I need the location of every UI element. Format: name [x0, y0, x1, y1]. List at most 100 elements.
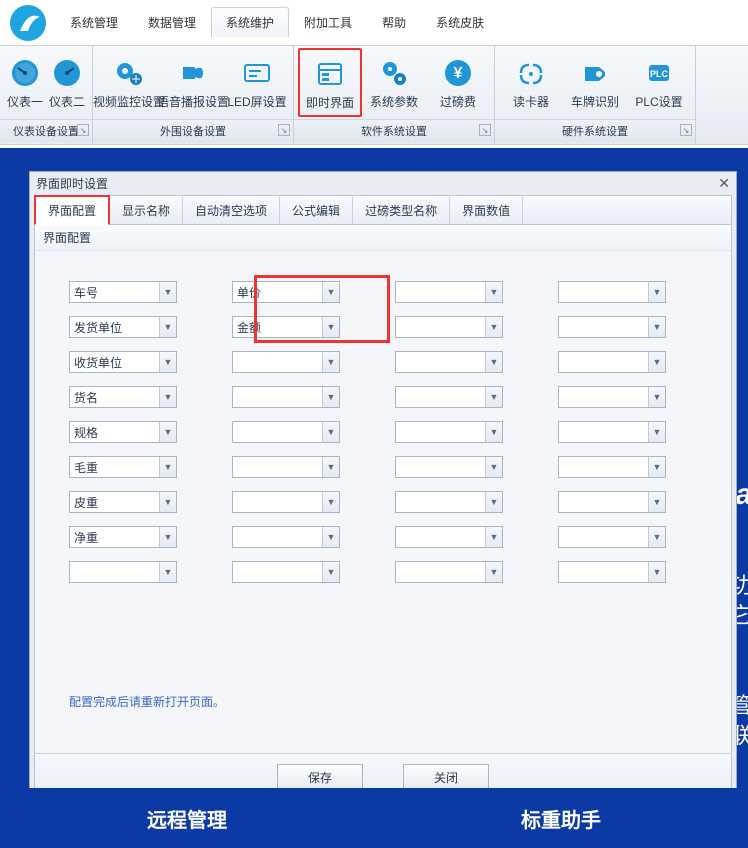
combo-r8-c0[interactable]: ▼: [69, 561, 177, 583]
combo-r8-c3[interactable]: ▼: [558, 561, 666, 583]
dialog-tab-2[interactable]: 自动清空选项: [183, 196, 280, 224]
chevron-down-icon[interactable]: ▼: [648, 492, 665, 512]
menu-tab-3[interactable]: 附加工具: [289, 7, 367, 37]
group-launcher-icon[interactable]: ↘: [278, 124, 290, 136]
combo-r7-c0[interactable]: 净重▼: [69, 526, 177, 548]
menu-tab-5[interactable]: 系统皮肤: [421, 7, 499, 37]
dialog-close-icon[interactable]: ✕: [718, 175, 730, 192]
chevron-down-icon[interactable]: ▼: [648, 457, 665, 477]
menu-tab-0[interactable]: 系统管理: [55, 7, 133, 37]
group-launcher-icon[interactable]: ↘: [77, 124, 89, 136]
combo-r3-c3[interactable]: ▼: [558, 386, 666, 408]
chevron-down-icon[interactable]: ▼: [322, 352, 339, 372]
chevron-down-icon[interactable]: ▼: [159, 282, 176, 302]
chevron-down-icon[interactable]: ▼: [485, 457, 502, 477]
combo-r4-c0[interactable]: 规格▼: [69, 421, 177, 443]
combo-r4-c2[interactable]: ▼: [395, 421, 503, 443]
chevron-down-icon[interactable]: ▼: [648, 282, 665, 302]
chevron-down-icon[interactable]: ▼: [485, 282, 502, 302]
combo-r1-c0[interactable]: 发货单位▼: [69, 316, 177, 338]
combo-r7-c1[interactable]: ▼: [232, 526, 340, 548]
combo-r1-c3[interactable]: ▼: [558, 316, 666, 338]
chevron-down-icon[interactable]: ▼: [648, 562, 665, 582]
ribbon-仪表一[interactable]: 仪表一: [4, 48, 46, 117]
ribbon-读卡器[interactable]: 读卡器: [499, 48, 563, 117]
combo-r1-c1[interactable]: 金额▼: [232, 316, 340, 338]
group-launcher-icon[interactable]: ↘: [479, 124, 491, 136]
chevron-down-icon[interactable]: ▼: [648, 317, 665, 337]
combo-r7-c3[interactable]: ▼: [558, 526, 666, 548]
chevron-down-icon[interactable]: ▼: [159, 527, 176, 547]
menu-tab-4[interactable]: 帮助: [367, 7, 421, 37]
chevron-down-icon[interactable]: ▼: [648, 387, 665, 407]
chevron-down-icon[interactable]: ▼: [159, 387, 176, 407]
chevron-down-icon[interactable]: ▼: [648, 527, 665, 547]
ribbon-语音播报设置[interactable]: 语音播报设置: [161, 48, 225, 117]
chevron-down-icon[interactable]: ▼: [485, 562, 502, 582]
chevron-down-icon[interactable]: ▼: [322, 457, 339, 477]
combo-r6-c3[interactable]: ▼: [558, 491, 666, 513]
combo-r2-c2[interactable]: ▼: [395, 351, 503, 373]
combo-r0-c0[interactable]: 车号▼: [69, 281, 177, 303]
chevron-down-icon[interactable]: ▼: [322, 317, 339, 337]
menu-tab-2[interactable]: 系统维护: [211, 7, 289, 37]
chevron-down-icon[interactable]: ▼: [159, 492, 176, 512]
dialog-tab-3[interactable]: 公式编辑: [280, 196, 353, 224]
chevron-down-icon[interactable]: ▼: [322, 387, 339, 407]
dialog-tab-1[interactable]: 显示名称: [110, 196, 183, 224]
combo-r6-c0[interactable]: 皮重▼: [69, 491, 177, 513]
combo-r8-c1[interactable]: ▼: [232, 561, 340, 583]
chevron-down-icon[interactable]: ▼: [322, 422, 339, 442]
chevron-down-icon[interactable]: ▼: [648, 352, 665, 372]
chevron-down-icon[interactable]: ▼: [159, 457, 176, 477]
close-button[interactable]: 关闭: [403, 764, 489, 790]
dialog-tab-4[interactable]: 过磅类型名称: [353, 196, 450, 224]
combo-r0-c1[interactable]: 单价▼: [232, 281, 340, 303]
combo-r4-c1[interactable]: ▼: [232, 421, 340, 443]
ribbon-视频监控设置[interactable]: 视频监控设置: [97, 48, 161, 117]
group-launcher-icon[interactable]: ↘: [680, 124, 692, 136]
chevron-down-icon[interactable]: ▼: [485, 317, 502, 337]
ribbon-系统参数[interactable]: 系统参数: [362, 48, 426, 117]
combo-r4-c3[interactable]: ▼: [558, 421, 666, 443]
chevron-down-icon[interactable]: ▼: [322, 562, 339, 582]
dialog-tab-5[interactable]: 界面数值: [450, 196, 523, 224]
combo-r8-c2[interactable]: ▼: [395, 561, 503, 583]
ribbon-过磅费[interactable]: ¥过磅费: [426, 48, 490, 117]
ribbon-即时界面[interactable]: 即时界面: [298, 48, 362, 117]
combo-r3-c1[interactable]: ▼: [232, 386, 340, 408]
dialog-titlebar[interactable]: 界面即时设置 ✕: [30, 172, 736, 195]
chevron-down-icon[interactable]: ▼: [485, 422, 502, 442]
save-button[interactable]: 保存: [277, 764, 363, 790]
combo-r5-c1[interactable]: ▼: [232, 456, 340, 478]
combo-r5-c3[interactable]: ▼: [558, 456, 666, 478]
ribbon-LED屏设置[interactable]: LED屏设置: [225, 48, 289, 117]
combo-r2-c3[interactable]: ▼: [558, 351, 666, 373]
chevron-down-icon[interactable]: ▼: [485, 527, 502, 547]
chevron-down-icon[interactable]: ▼: [159, 317, 176, 337]
combo-r3-c2[interactable]: ▼: [395, 386, 503, 408]
combo-r0-c3[interactable]: ▼: [558, 281, 666, 303]
ribbon-仪表二[interactable]: 仪表二: [46, 48, 88, 117]
chevron-down-icon[interactable]: ▼: [159, 422, 176, 442]
chevron-down-icon[interactable]: ▼: [322, 527, 339, 547]
chevron-down-icon[interactable]: ▼: [322, 492, 339, 512]
dialog-tab-0[interactable]: 界面配置: [34, 195, 110, 225]
combo-r7-c2[interactable]: ▼: [395, 526, 503, 548]
combo-r6-c1[interactable]: ▼: [232, 491, 340, 513]
combo-r2-c0[interactable]: 收货单位▼: [69, 351, 177, 373]
combo-r6-c2[interactable]: ▼: [395, 491, 503, 513]
chevron-down-icon[interactable]: ▼: [485, 352, 502, 372]
combo-r5-c2[interactable]: ▼: [395, 456, 503, 478]
combo-r2-c1[interactable]: ▼: [232, 351, 340, 373]
chevron-down-icon[interactable]: ▼: [648, 422, 665, 442]
chevron-down-icon[interactable]: ▼: [322, 282, 339, 302]
chevron-down-icon[interactable]: ▼: [485, 387, 502, 407]
chevron-down-icon[interactable]: ▼: [159, 352, 176, 372]
combo-r5-c0[interactable]: 毛重▼: [69, 456, 177, 478]
menu-tab-1[interactable]: 数据管理: [133, 7, 211, 37]
combo-r0-c2[interactable]: ▼: [395, 281, 503, 303]
ribbon-车牌识别[interactable]: 车牌识别: [563, 48, 627, 117]
combo-r1-c2[interactable]: ▼: [395, 316, 503, 338]
chevron-down-icon[interactable]: ▼: [159, 562, 176, 582]
